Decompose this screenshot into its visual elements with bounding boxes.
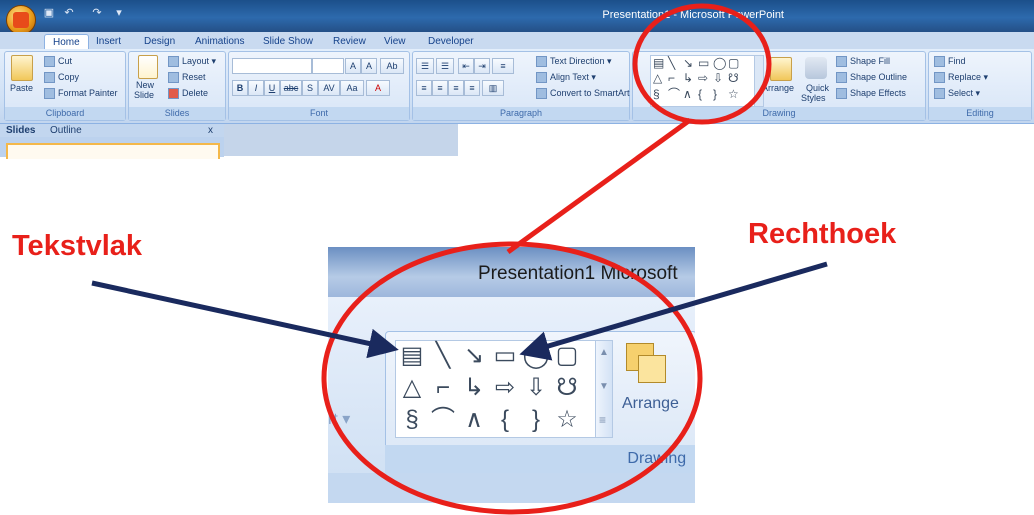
highlight-ellipse-large [321, 241, 703, 515]
callout-textbox-label: Tekstvlak [12, 230, 143, 262]
callout-rectangle-label: Rechthoek [748, 218, 897, 250]
highlight-ellipse-small [632, 3, 772, 125]
annotation-overlay [91, 3, 828, 515]
connector-line [506, 117, 692, 255]
arrow-to-rectangle [519, 261, 828, 361]
